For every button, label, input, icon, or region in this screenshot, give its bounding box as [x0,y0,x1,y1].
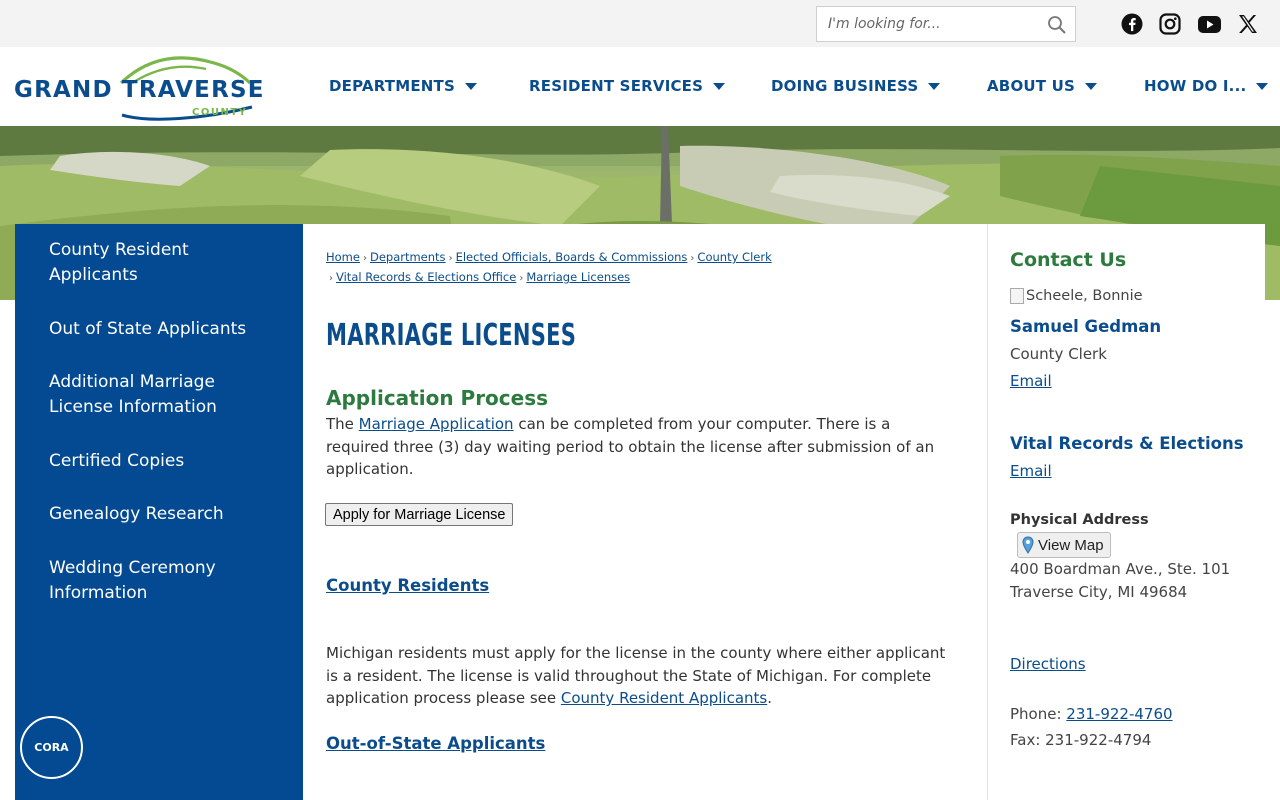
breadcrumb-separator: › [329,273,333,284]
caret-down-icon [465,82,477,90]
search-icon [1048,16,1066,34]
breadcrumb-separator: › [519,273,524,284]
youtube-link[interactable] [1197,12,1221,36]
nav-label: RESIDENT SERVICES [529,77,704,95]
breadcrumb-marriage-licenses[interactable]: Marriage Licenses [526,270,630,284]
breadcrumb-separator: › [362,253,367,264]
county-resident-applicants-link[interactable]: County Resident Applicants [561,689,767,707]
nav-about-us[interactable]: ABOUT US [987,75,1098,97]
view-map-button[interactable]: View Map [1017,532,1111,558]
caret-down-icon [1256,82,1269,90]
sidebar-item-wedding-ceremony-info[interactable]: Wedding Ceremony Information [49,556,279,606]
county-logo[interactable]: GRAND TRAVERSE COUNTY [14,53,263,121]
contact-sidebar: Contact Us Scheele, Bonnie Samuel Gedman… [987,224,1265,800]
section-sidebar: County Resident Applicants Out of State … [15,224,303,800]
caret-down-icon [713,82,726,90]
county-residents-link[interactable]: County Residents [326,576,489,595]
main-content: Home › Departments › Elected Officials, Boar… [303,224,987,800]
staff-photo: Scheele, Bonnie [1010,288,1143,304]
phone-line: Phone: 231-922-4760 [1010,705,1173,723]
breadcrumb-departments[interactable]: Departments [370,250,446,264]
instagram-link[interactable] [1158,12,1182,36]
office-email-link[interactable]: Email [1010,462,1052,480]
sidebar-item-certified-copies[interactable]: Certified Copies [49,449,279,474]
map-pin-icon [1022,536,1034,554]
cora-chat-button[interactable]: CORA [20,716,83,779]
breadcrumb-separator: › [448,253,453,264]
nav-resident-services[interactable]: RESIDENT SERVICES [529,75,726,97]
search-box [816,6,1076,42]
sidebar-item-genealogy-research[interactable]: Genealogy Research [49,502,279,527]
nav-label: DOING BUSINESS [771,77,919,95]
nav-how-do-i[interactable]: HOW DO I... [1144,75,1269,97]
caret-down-icon [1085,82,1098,90]
facebook-link[interactable] [1120,12,1144,36]
view-map-label: View Map [1038,536,1104,554]
utility-bar [0,0,1280,47]
clerk-email-link[interactable]: Email [1010,372,1052,390]
caret-down-icon [928,82,941,90]
contact-heading: Contact Us [1010,249,1127,271]
sidebar-item-additional-marriage-license-info[interactable]: Additional Marriage License Information [49,370,279,420]
facebook-icon [1121,13,1143,35]
application-process-text: The Marriage Application can be complete… [326,413,946,481]
breadcrumb: Home › Departments › Elected Officials, Boar… [326,248,976,288]
breadcrumb-county-clerk[interactable]: County Clerk [697,250,771,264]
application-process-heading: Application Process [326,386,549,410]
contact-name: Samuel Gedman [1010,317,1162,336]
logo-subtitle: COUNTY [192,107,248,118]
address-label: Physical Address [1010,512,1149,528]
image-alt-text: Scheele, Bonnie [1026,288,1143,304]
contact-role: County Clerk [1010,345,1107,363]
nav-label: ABOUT US [987,77,1076,95]
page-title: MARRIAGE LICENSES [326,318,577,353]
text-span: . [767,689,773,707]
instagram-icon [1159,13,1181,35]
county-residents-text: Michigan residents must apply for the li… [326,642,956,710]
apply-marriage-license-button[interactable]: Apply for Marriage License [325,503,514,526]
breadcrumb-vital-records[interactable]: Vital Records & Elections Office [336,270,516,284]
search-input[interactable] [817,7,1037,41]
address-line-2: Traverse City, MI 49684 [1010,583,1188,601]
breadcrumb-elected-officials[interactable]: Elected Officials, Boards & Commissions [456,250,688,264]
x-twitter-icon [1239,15,1257,33]
out-of-state-applicants-link[interactable]: Out-of-State Applicants [326,734,545,753]
directions-link[interactable]: Directions [1010,655,1086,673]
nav-label: DEPARTMENTS [329,77,455,95]
address-line-1: 400 Boardman Ave., Ste. 101 [1010,560,1231,578]
search-button[interactable] [1045,13,1069,37]
nav-label: HOW DO I... [1144,77,1247,95]
phone-link[interactable]: 231-922-4760 [1066,705,1172,723]
nav-doing-business[interactable]: DOING BUSINESS [771,75,941,97]
phone-label: Phone: [1010,705,1067,723]
sidebar-item-county-resident-applicants[interactable]: County Resident Applicants [49,238,279,288]
broken-image-icon [1010,288,1024,304]
breadcrumb-home[interactable]: Home [326,250,360,264]
sidebar-item-out-of-state-applicants[interactable]: Out of State Applicants [49,317,279,342]
cora-label: CORA [34,741,69,754]
youtube-icon [1197,15,1221,33]
logo-wordmark: GRAND TRAVERSE [14,77,265,103]
breadcrumb-separator: › [690,253,695,264]
office-name: Vital Records & Elections [1010,434,1244,453]
x-twitter-link[interactable] [1236,12,1260,36]
site-header: GRAND TRAVERSE COUNTY DEPARTMENTS RESIDE… [0,47,1280,126]
marriage-application-link[interactable]: Marriage Application [359,415,514,433]
nav-departments[interactable]: DEPARTMENTS [329,75,477,97]
text-span: The [326,415,359,433]
fax-line: Fax: 231-922-4794 [1010,731,1152,749]
